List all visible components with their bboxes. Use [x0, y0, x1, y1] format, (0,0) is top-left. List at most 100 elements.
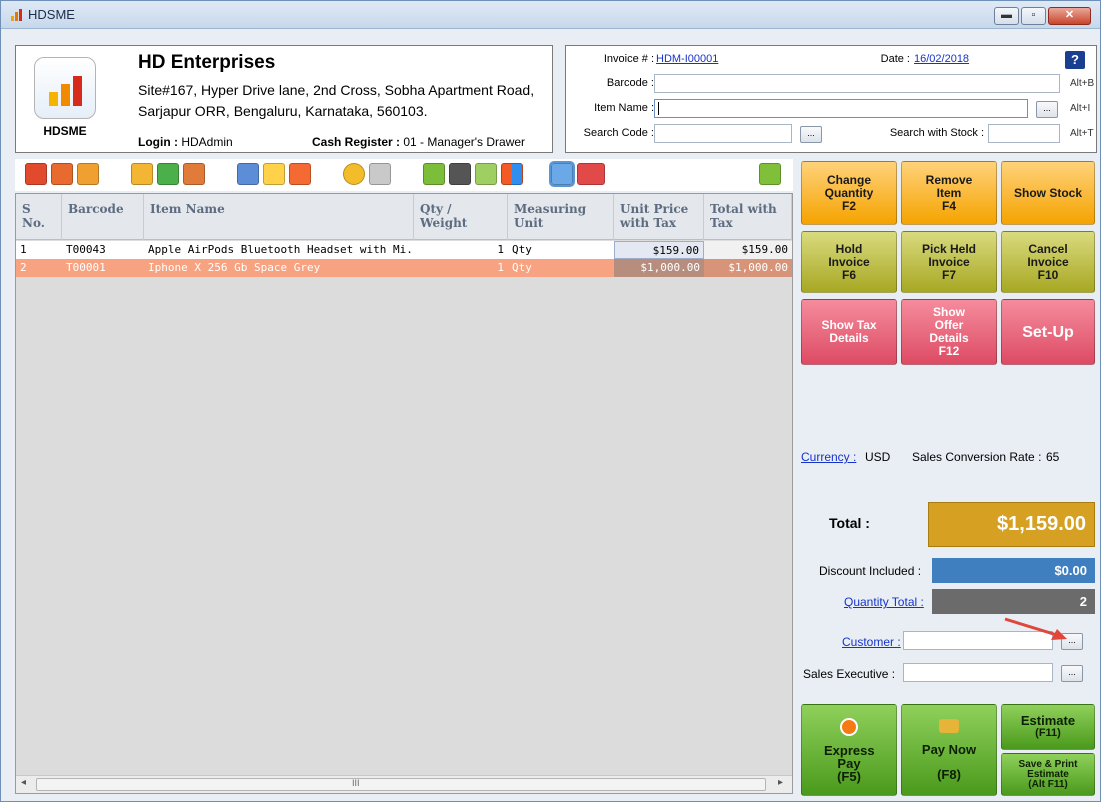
settings-gear-icon[interactable]	[759, 163, 781, 185]
setup-button[interactable]: Set-Up	[1001, 299, 1095, 365]
sales-executive-input[interactable]	[903, 663, 1053, 682]
notes-icon[interactable]	[131, 163, 153, 185]
remove-item-button[interactable]: Remove Item F4	[901, 161, 997, 225]
conversion-value: 65	[1046, 450, 1060, 464]
user-icon[interactable]	[549, 161, 575, 187]
close-button[interactable]: ✕	[1048, 7, 1091, 25]
cell-unit: Qty	[512, 261, 532, 274]
col-item-name[interactable]: Item Name	[144, 194, 414, 240]
sales-executive-browse-button[interactable]: ...	[1061, 665, 1083, 682]
item-name-input[interactable]	[654, 99, 1028, 118]
scroll-left-icon[interactable]: ◂	[21, 777, 26, 788]
invoice-number-link[interactable]: HDM-I00001	[656, 53, 718, 65]
express-pay-button[interactable]: Express Pay (F5)	[801, 704, 897, 796]
cell-unit-price: $1,000.00	[614, 259, 704, 277]
pay-now-label: Pay Now	[921, 742, 977, 757]
cash-register-info: Cash Register : 01 - Manager's Drawer	[312, 135, 525, 149]
converter-icon[interactable]	[449, 163, 471, 185]
sales-executive-label: Sales Executive :	[803, 667, 896, 681]
save-print-label: Save & Print Estimate	[1018, 758, 1078, 780]
mobile-calculator-icon[interactable]	[475, 163, 497, 185]
setup-label: Set-Up	[1022, 323, 1074, 341]
currency-link[interactable]: Currency :	[801, 450, 856, 464]
show-stock-button[interactable]: Show Stock	[1001, 161, 1095, 225]
edit-icon[interactable]	[263, 163, 285, 185]
col-qty[interactable]: Qty / Weight	[414, 194, 508, 240]
app-window: HDSME ▬ ▫ ✕ HDSME HD Enterprises Site#16…	[0, 0, 1101, 802]
pay-now-button[interactable]: Pay Now (F8)	[901, 704, 997, 796]
void-icon[interactable]	[369, 163, 391, 185]
table-row[interactable]: 1 T00043 Apple AirPods Bluetooth Headset…	[16, 241, 792, 259]
express-pay-label: Express Pay	[824, 742, 875, 771]
col-total[interactable]: Total with Tax	[704, 194, 792, 240]
item-name-browse-button[interactable]: ...	[1036, 101, 1058, 118]
cell-item-name: Iphone X 256 Gb Space Grey	[148, 261, 321, 274]
show-offer-key: F12	[938, 344, 960, 358]
cell-unit-price: $159.00	[614, 241, 704, 259]
discount-value: $0.00	[932, 558, 1095, 583]
invoice-export-icon[interactable]	[51, 163, 73, 185]
help-icon[interactable]: ?	[1065, 51, 1085, 69]
cart-icon[interactable]	[157, 163, 179, 185]
search-code-browse-button[interactable]: ...	[800, 126, 822, 143]
date-link[interactable]: 16/02/2018	[914, 53, 969, 65]
cell-barcode: T00043	[66, 243, 106, 256]
save-print-estimate-button[interactable]: Save & Print Estimate (Alt F11)	[1001, 753, 1095, 796]
search-stock-label: Search with Stock :	[889, 127, 984, 139]
pick-held-key: F7	[941, 267, 956, 282]
customer-icon[interactable]	[183, 163, 205, 185]
customer-link[interactable]: Customer :	[842, 635, 901, 649]
col-unit-price[interactable]: Unit Price with Tax	[614, 194, 704, 240]
login-label: Login :	[138, 135, 178, 149]
horizontal-scrollbar[interactable]: ◂ III ▸	[16, 775, 792, 793]
cancel-invoice-button[interactable]: Cancel Invoice F10	[1001, 231, 1095, 293]
cell-sno: 1	[20, 243, 27, 256]
item-name-label: Item Name :	[594, 102, 654, 114]
cell-total: $1,000.00	[704, 259, 792, 277]
search-stock-input[interactable]	[988, 124, 1060, 143]
show-offer-details-button[interactable]: Show Offer Details F12	[901, 299, 997, 365]
scroll-right-icon[interactable]: ▸	[778, 777, 783, 788]
calculator-icon[interactable]	[423, 163, 445, 185]
inventory-icon[interactable]	[237, 163, 259, 185]
show-tax-details-button[interactable]: Show Tax Details	[801, 299, 897, 365]
barcode-hint: Alt+B	[1070, 78, 1095, 89]
maximize-button[interactable]: ▫	[1021, 7, 1046, 25]
quantity-total-link[interactable]: Quantity Total :	[844, 595, 924, 609]
invoice-print-icon[interactable]	[77, 163, 99, 185]
scrollbar-thumb[interactable]: III	[36, 778, 766, 791]
estimate-button[interactable]: Estimate (F11)	[1001, 704, 1095, 750]
search-code-input[interactable]	[654, 124, 792, 143]
invoice-label: Invoice # :	[603, 53, 654, 65]
apps-icon[interactable]	[501, 163, 523, 185]
return-icon[interactable]	[289, 163, 311, 185]
invoice-panel: Invoice # : HDM-I00001 Date : 16/02/2018…	[565, 45, 1097, 153]
barcode-input[interactable]	[654, 74, 1060, 93]
hold-invoice-label: Hold Invoice	[828, 241, 870, 269]
coin-icon[interactable]	[343, 163, 365, 185]
cell-sno: 2	[20, 261, 27, 274]
login-value: HDAdmin	[181, 135, 233, 149]
express-pay-key: (F5)	[837, 768, 861, 784]
cell-unit: Qty	[512, 243, 532, 256]
invoice-report-icon[interactable]	[25, 163, 47, 185]
show-offer-label: Show Offer Details	[929, 305, 969, 345]
pick-held-invoice-button[interactable]: Pick Held Invoice F7	[901, 231, 997, 293]
clock-icon[interactable]	[577, 163, 605, 185]
total-value: $1,159.00	[928, 502, 1095, 547]
hold-invoice-button[interactable]: Hold Invoice F6	[801, 231, 897, 293]
invoice-items-grid[interactable]: S No. Barcode Item Name Qty / Weight Mea…	[15, 193, 793, 794]
estimate-key: (F11)	[1035, 727, 1061, 739]
cell-qty: 1	[497, 243, 504, 256]
col-unit[interactable]: Measuring Unit	[508, 194, 614, 240]
discount-label: Discount Included :	[819, 564, 922, 578]
table-row[interactable]: 2 T00001 Iphone X 256 Gb Space Grey 1 Qt…	[16, 259, 792, 277]
hold-invoice-key: F6	[841, 267, 856, 282]
col-sno[interactable]: S No.	[16, 194, 62, 240]
change-quantity-button[interactable]: Change Quantity F2	[801, 161, 897, 225]
grid-header: S No. Barcode Item Name Qty / Weight Mea…	[16, 194, 792, 240]
coins-icon	[939, 719, 959, 733]
col-barcode[interactable]: Barcode	[62, 194, 144, 240]
minimize-button[interactable]: ▬	[994, 7, 1019, 25]
conversion-label: Sales Conversion Rate :	[912, 450, 1042, 464]
